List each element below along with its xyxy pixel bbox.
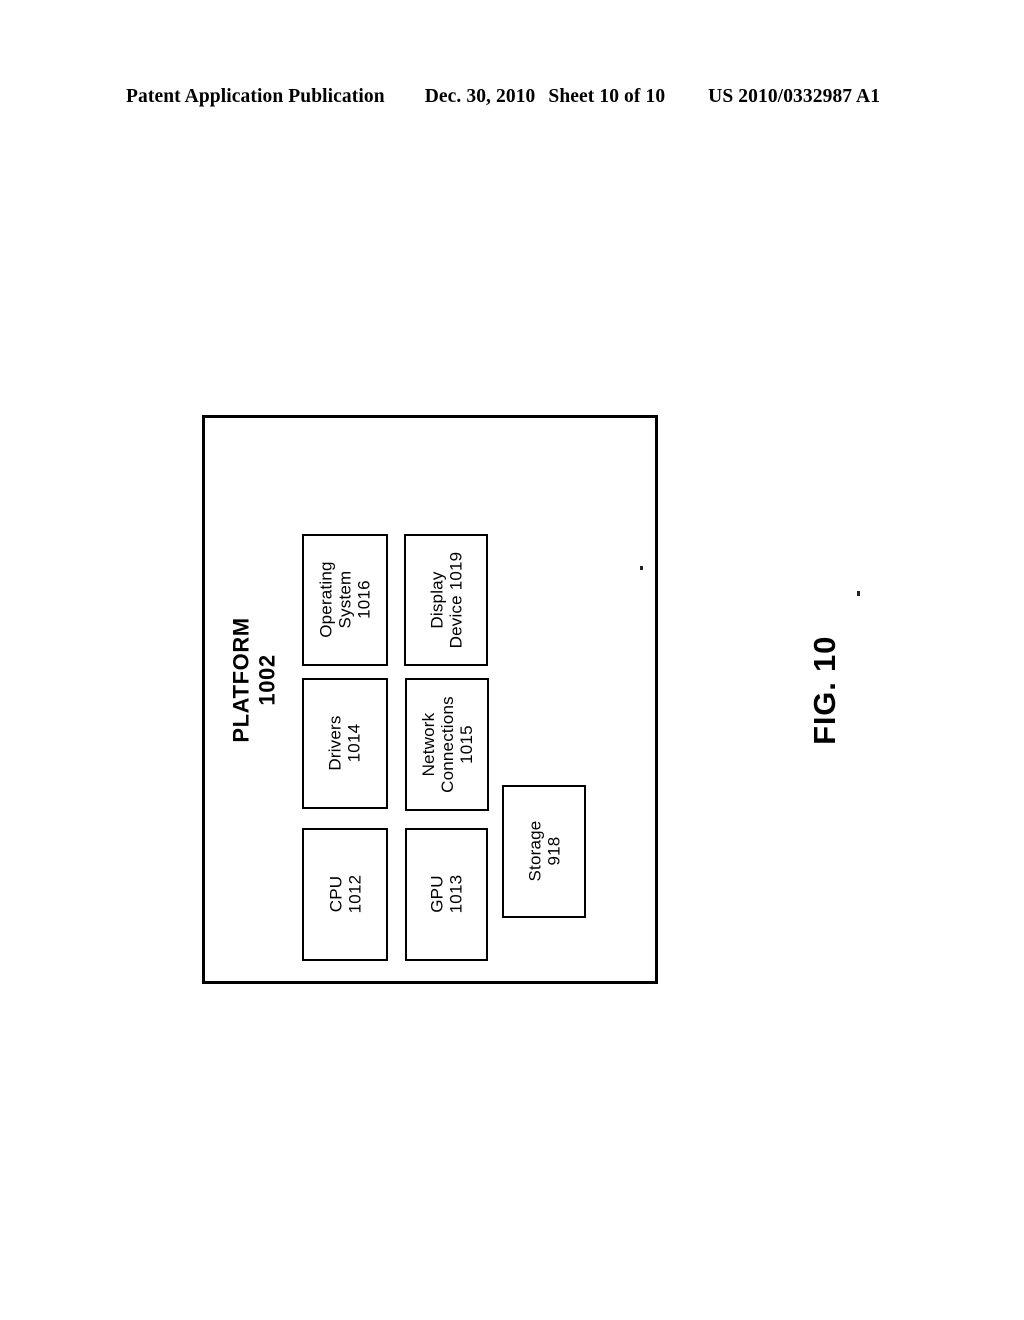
- component-box-cpu: CPU 1012: [302, 828, 388, 961]
- scan-artifact-speck: [640, 566, 643, 570]
- component-box-drivers: Drivers 1014: [302, 678, 388, 809]
- figure-10: PLATFORM 1002 Operating System 1016 Disp…: [0, 0, 1024, 1320]
- platform-title-numeral: 1002: [255, 654, 280, 706]
- component-box-operating-system: Operating System 1016: [302, 534, 388, 666]
- scan-artifact-speck: [857, 591, 860, 596]
- network-connections-label-line1: Network: [418, 712, 438, 777]
- operating-system-numeral: 1016: [354, 580, 374, 620]
- display-device-label-line2: Device 1019: [446, 551, 465, 649]
- cpu-label: CPU: [325, 876, 345, 913]
- component-box-gpu: GPU 1013: [405, 828, 488, 961]
- component-box-display-device: Display Device 1019: [404, 534, 488, 666]
- drivers-numeral: 1014: [344, 724, 364, 763]
- cpu-numeral: 1012: [345, 875, 364, 914]
- operating-system-label-line2: System: [335, 571, 355, 629]
- network-connections-label-line2: Connections: [437, 696, 457, 793]
- gpu-label: GPU: [427, 875, 447, 914]
- operating-system-label-line1: Operating: [316, 561, 336, 639]
- drivers-label: Drivers: [325, 715, 345, 772]
- figure-caption-text: FIG. 10: [806, 635, 842, 745]
- platform-title-text: PLATFORM: [229, 617, 255, 743]
- figure-caption: FIG. 10: [770, 590, 880, 790]
- platform-title: PLATFORM 1002: [210, 600, 300, 760]
- display-device-label-line1: Display: [426, 571, 446, 629]
- storage-numeral: 918: [543, 837, 563, 866]
- storage-label: Storage: [524, 821, 544, 882]
- component-box-network-connections: Network Connections 1015: [405, 678, 489, 811]
- network-connections-numeral: 1015: [456, 725, 476, 764]
- component-box-storage: Storage 918: [502, 785, 586, 918]
- gpu-numeral: 1013: [446, 875, 466, 914]
